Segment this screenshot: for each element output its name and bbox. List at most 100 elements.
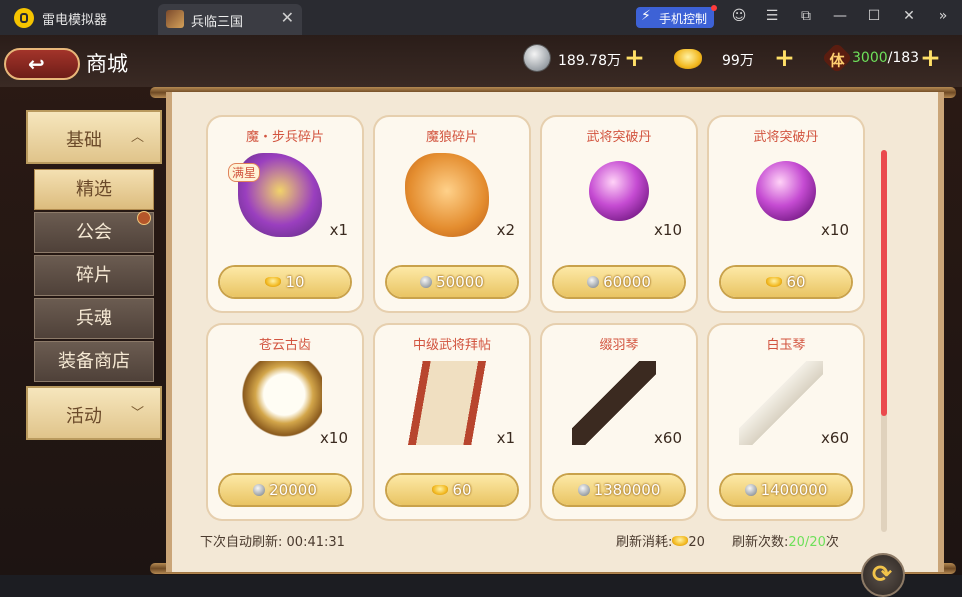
item-price: 1380000 <box>554 481 684 499</box>
silver-coin-icon <box>253 484 266 496</box>
back-arrow-icon: ↩ <box>28 52 45 76</box>
category-base-label: 基础 <box>66 130 102 151</box>
silver-resource: 189.78万 + <box>524 43 648 75</box>
silver-coin-icon <box>744 484 757 496</box>
shop-item-card[interactable]: 武将突破丹 x10 60 <box>709 117 863 311</box>
item-price-value: 60 <box>452 481 472 499</box>
gold-ingot-icon <box>672 536 689 546</box>
category-event[interactable]: 活动 ﹀ <box>26 386 162 440</box>
game-tab[interactable]: 兵临三国 ✕ <box>158 4 302 35</box>
item-quantity: x10 <box>821 221 849 239</box>
silver-coin-icon <box>524 45 550 71</box>
item-name: 武将突破丹 <box>586 130 652 145</box>
buy-button[interactable]: 1380000 <box>554 475 684 505</box>
buy-button[interactable]: 1400000 <box>721 475 851 505</box>
refresh-count-info: 刷新次数:20/20次 <box>732 531 839 550</box>
item-price-value: 10 <box>285 273 305 291</box>
close-icon[interactable]: ✕ <box>900 8 918 24</box>
shop-item-card[interactable]: 白玉琴 x60 1400000 <box>709 325 863 519</box>
breakthrough-pill-icon <box>589 161 649 221</box>
jade-zither-icon <box>739 361 823 445</box>
add-stamina-button[interactable]: + <box>920 43 941 72</box>
back-button[interactable]: ↩ <box>4 48 80 80</box>
tab-close-icon[interactable]: ✕ <box>281 8 294 27</box>
item-price: 60000 <box>554 273 684 291</box>
category-event-label: 活动 <box>66 406 102 427</box>
sidebar-item-soldier-soul[interactable]: 兵魂 <box>34 298 154 339</box>
stamina-max: /183 <box>887 50 920 66</box>
sidebar-item-featured[interactable]: 精选 <box>34 169 154 210</box>
item-name: 魔・步兵碎片 <box>245 130 324 145</box>
refresh-count-value: 20/20 <box>788 535 826 550</box>
item-quantity: x10 <box>654 221 682 239</box>
gold-resource: 99万 + <box>674 43 798 75</box>
notification-dot <box>711 5 717 11</box>
phone-control-button[interactable]: ⚡ 手机控制 <box>636 5 717 28</box>
refresh-count-suffix: 次 <box>825 535 839 550</box>
scrollbar-thumb[interactable] <box>881 150 887 416</box>
minimize-icon[interactable]: — <box>831 8 849 24</box>
sidebar-item-fragments[interactable]: 碎片 <box>34 255 154 296</box>
buy-button[interactable]: 60000 <box>554 267 684 297</box>
scrollbar[interactable] <box>881 150 887 532</box>
silver-coin-icon <box>577 484 590 496</box>
gold-value: 99万 <box>722 53 754 69</box>
item-price: 60 <box>721 273 851 291</box>
sidebar-item-guild[interactable]: 公会 <box>34 211 154 253</box>
chevron-down-icon: ﹀ <box>130 406 144 421</box>
game-tab-title: 兵临三国 <box>191 15 244 30</box>
item-price: 20000 <box>220 481 350 499</box>
shop-item-card[interactable]: 魔狼碎片 x2 50000 <box>375 117 529 311</box>
emulator-titlebar: 雷电模拟器 兵临三国 ✕ ⚡ 手机控制 ☺ ☰ ⧉ — ☐ ✕ » <box>0 0 962 35</box>
item-price-value: 50000 <box>436 273 484 291</box>
buy-button[interactable]: 50000 <box>387 267 517 297</box>
shop-item-card[interactable]: 魔・步兵碎片 满星 x1 10 <box>208 117 362 311</box>
sidebar-item-equipment-shop[interactable]: 装备商店 <box>34 341 154 382</box>
shop-item-card[interactable]: 苍云古齿 x10 20000 <box>208 325 362 519</box>
stamina-value: 3000/183 <box>852 50 919 66</box>
item-name: 魔狼碎片 <box>425 130 478 145</box>
phone-control-label: 手机控制 <box>659 12 708 26</box>
sidebar-item-guild-label: 公会 <box>76 222 112 243</box>
auto-refresh-time: 00:41:31 <box>286 535 345 550</box>
add-silver-button[interactable]: + <box>624 43 645 72</box>
shop-item-card[interactable]: 中级武将拜帖 x1 60 <box>375 325 529 519</box>
refresh-icon: ⟳ <box>872 560 893 588</box>
category-base[interactable]: 基础 ︿ <box>26 110 162 164</box>
chevron-up-icon: ︿ <box>130 130 144 145</box>
item-price-value: 1380000 <box>593 481 661 499</box>
emulator-logo-icon <box>14 8 34 28</box>
shop-item-card[interactable]: 武将突破丹 x10 60000 <box>542 117 696 311</box>
item-name: 白玉琴 <box>766 338 806 353</box>
window-mode-icon[interactable]: ⧉ <box>797 8 815 24</box>
menu-icon[interactable]: ☰ <box>763 8 781 24</box>
maximize-icon[interactable]: ☐ <box>865 8 883 24</box>
shop-item-card[interactable]: 缀羽琴 x60 1380000 <box>542 325 696 519</box>
item-quantity: x60 <box>821 429 849 447</box>
silver-coin-icon <box>420 276 433 288</box>
lightning-icon: ⚡ <box>641 8 651 24</box>
add-gold-button[interactable]: + <box>774 43 795 72</box>
stamina-resource: 体 3000/183 + <box>821 42 948 75</box>
auto-refresh-label: 下次自动刷新: <box>200 535 283 550</box>
buy-button[interactable]: 10 <box>220 267 350 297</box>
buy-button[interactable]: 60 <box>721 267 851 297</box>
gold-ingot-icon <box>766 277 783 287</box>
emulator-app-name: 雷电模拟器 <box>42 13 108 28</box>
refresh-button[interactable]: ⟳ <box>861 553 905 597</box>
auto-refresh-info: 下次自动刷新: 00:41:31 <box>200 531 345 550</box>
buy-button[interactable]: 60 <box>387 475 517 505</box>
item-price: 1400000 <box>721 481 851 499</box>
breakthrough-pill-icon <box>756 161 816 221</box>
collapse-icon[interactable]: » <box>934 8 952 24</box>
item-price-value: 60000 <box>603 273 651 291</box>
buy-button[interactable]: 20000 <box>220 475 350 505</box>
item-quantity: x10 <box>320 429 348 447</box>
stamina-icon: 体 <box>821 42 853 74</box>
user-icon[interactable]: ☺ <box>730 8 748 24</box>
gold-ingot-icon <box>674 49 702 69</box>
shop-category-nav: 基础 ︿ 精选 公会 碎片 兵魂 装备商店 活动 ﹀ <box>24 110 166 442</box>
item-quantity: x2 <box>496 221 515 239</box>
item-price: 50000 <box>387 273 517 291</box>
feather-zither-icon <box>572 361 656 445</box>
